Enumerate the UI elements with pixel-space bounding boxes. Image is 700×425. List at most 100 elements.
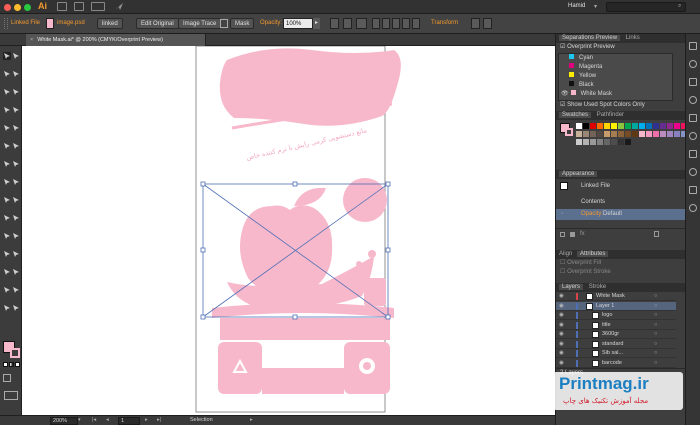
tab-links[interactable]: Links xyxy=(626,35,640,41)
swatch[interactable] xyxy=(646,123,652,129)
rectangle-tool-icon[interactable] xyxy=(3,124,11,132)
user-name[interactable]: Hamid xyxy=(568,3,585,9)
close-tab-icon[interactable]: × xyxy=(30,37,33,43)
linked-dropdown[interactable]: linked xyxy=(97,18,123,29)
visibility-icon[interactable]: ◉ xyxy=(559,330,564,339)
align-right-icon[interactable] xyxy=(392,18,400,29)
target-icon[interactable]: ○ xyxy=(654,311,657,320)
document-tab[interactable]: × White Mask.ai* @ 200% (CMYK/Overprint P… xyxy=(26,34,206,46)
tab-separations-preview[interactable]: Separations Preview xyxy=(559,35,621,41)
symbols-icon[interactable] xyxy=(689,96,697,104)
visibility-icon[interactable]: ◉ xyxy=(559,359,564,368)
tab-attributes[interactable]: Attributes xyxy=(577,251,609,257)
swatch[interactable] xyxy=(653,131,659,137)
line-tool-icon[interactable] xyxy=(12,106,20,114)
transparency-icon[interactable] xyxy=(689,150,697,158)
curvature-tool-icon[interactable] xyxy=(12,88,20,96)
swatch[interactable] xyxy=(611,131,617,137)
swatch[interactable] xyxy=(625,139,631,145)
add-effect-icon[interactable]: fx xyxy=(580,231,585,237)
zoom-tool-icon[interactable] xyxy=(3,304,11,312)
tab-swatches[interactable]: Swatches xyxy=(559,112,592,118)
swatch[interactable] xyxy=(667,123,673,129)
swatch[interactable] xyxy=(653,123,659,129)
gradient-icon[interactable] xyxy=(689,132,697,140)
layer-row[interactable]: ◉ Layer 1 ○ xyxy=(556,301,676,311)
align-middle-icon[interactable] xyxy=(412,18,420,29)
tab-appearance[interactable]: Appearance xyxy=(559,171,598,177)
magic-wand-tool-icon[interactable] xyxy=(3,70,11,78)
shape-builder-tool-icon[interactable] xyxy=(12,196,20,204)
search-input[interactable] xyxy=(606,2,686,12)
layer-row[interactable]: ◉ logo ○ xyxy=(556,311,676,320)
direct-selection-tool-icon[interactable] xyxy=(12,52,20,60)
draw-normal-icon[interactable] xyxy=(3,374,11,382)
user-dropdown-icon[interactable]: ▾ xyxy=(594,3,597,10)
graphic-styles-icon[interactable] xyxy=(689,114,697,122)
swatch[interactable] xyxy=(674,123,680,129)
ink-row[interactable]: Black xyxy=(561,81,594,90)
swatch[interactable] xyxy=(590,139,596,145)
visibility-icon[interactable]: ◉ xyxy=(559,302,564,311)
add-stroke-icon[interactable] xyxy=(560,232,565,237)
overprint-fill-row[interactable]: ☐ Overprint Fill xyxy=(556,259,685,268)
swatch[interactable] xyxy=(583,131,589,137)
swatch[interactable] xyxy=(590,123,596,129)
swatch[interactable] xyxy=(576,131,582,137)
current-stroke-swatch[interactable] xyxy=(565,128,573,136)
swatch[interactable] xyxy=(625,123,631,129)
tab-align[interactable]: Align xyxy=(559,251,572,257)
color-panel-icon[interactable] xyxy=(689,60,697,68)
gpu-rocket-icon[interactable] xyxy=(114,2,124,11)
tab-pathfinder[interactable]: Pathfinder xyxy=(597,112,624,118)
swatch[interactable] xyxy=(597,123,603,129)
blend-tool-icon[interactable] xyxy=(3,250,11,258)
isolate-icon[interactable] xyxy=(471,18,480,29)
mesh-tool-icon[interactable] xyxy=(12,214,20,222)
swatch[interactable] xyxy=(597,131,603,137)
close-window-button[interactable] xyxy=(4,4,11,11)
swatch[interactable] xyxy=(660,131,666,137)
align-left-icon[interactable] xyxy=(372,18,380,29)
visibility-icon[interactable]: ◉ xyxy=(559,321,564,330)
target-icon[interactable]: ○ xyxy=(654,302,657,311)
tab-stroke[interactable]: Stroke xyxy=(589,284,606,290)
swatch[interactable] xyxy=(576,123,582,129)
overprint-stroke-row[interactable]: ☐ Overprint Stroke xyxy=(556,268,685,277)
add-fill-icon[interactable] xyxy=(570,232,575,237)
swatch[interactable] xyxy=(632,123,638,129)
opacity-input[interactable]: 100% xyxy=(283,18,313,29)
rotate-tool-icon[interactable] xyxy=(12,160,20,168)
reference-point-icon[interactable] xyxy=(356,18,367,29)
hand-tool-icon[interactable] xyxy=(12,286,20,294)
bridge-icon[interactable] xyxy=(57,2,67,11)
overprint-checkbox[interactable]: ☑ xyxy=(560,44,565,50)
visibility-icon[interactable]: ◦ xyxy=(561,211,563,217)
opacity-dropdown-icon[interactable]: ▸ xyxy=(313,18,320,29)
target-icon[interactable]: ○ xyxy=(654,349,657,358)
swatch[interactable] xyxy=(660,123,666,129)
filename-link[interactable]: image.psd xyxy=(57,20,85,26)
opacity-label[interactable]: Opacity: xyxy=(260,20,282,26)
recolor-icon[interactable] xyxy=(330,18,339,29)
ink-row[interactable]: Magenta xyxy=(561,63,602,72)
brushes-icon[interactable] xyxy=(689,78,697,86)
trace-options-icon[interactable] xyxy=(220,19,228,28)
swatch[interactable] xyxy=(576,139,582,145)
target-icon[interactable]: ○ xyxy=(654,340,657,349)
layer-row[interactable]: ◉ Sib sal... ○ xyxy=(556,349,676,358)
pencil-tool-icon[interactable] xyxy=(12,142,20,150)
swatch[interactable] xyxy=(583,123,589,129)
swatch[interactable] xyxy=(597,139,603,145)
artboard-tool-icon[interactable] xyxy=(12,268,20,276)
artboard-field[interactable]: 1 xyxy=(118,417,140,425)
print-tiling-tool-icon[interactable] xyxy=(12,304,20,312)
swatch[interactable] xyxy=(583,139,589,145)
gradient-tool-icon[interactable] xyxy=(3,232,11,240)
control-menu-icon[interactable] xyxy=(483,18,492,29)
canvas[interactable]: مانع دستشویی کرمی رایش با نرم کننده خاص xyxy=(22,46,555,415)
ink-row[interactable]: 👁 White Mask xyxy=(561,90,612,99)
none-mode-icon[interactable] xyxy=(15,362,20,367)
layer-row[interactable]: ◉ 3600gr ○ xyxy=(556,330,676,339)
arrange-documents-icon[interactable] xyxy=(91,2,105,11)
